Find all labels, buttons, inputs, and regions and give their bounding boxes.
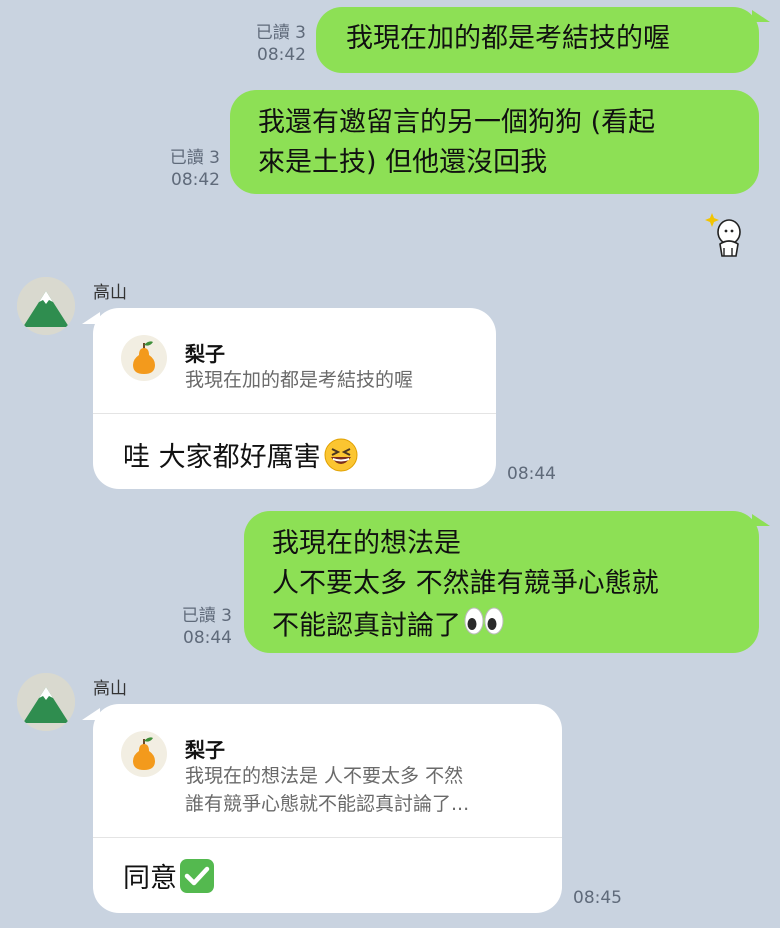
sender-name: 高山 [93,679,127,699]
incoming-message-bubble[interactable]: 梨子 我現在的想法是 人不要太多 不然 誰有競爭心態就不能認真討論了... 同意 [93,704,562,913]
read-receipt: 已讀 3 [181,606,232,626]
incoming-message-bubble[interactable]: 梨子 我現在加的都是考結技的喔 哇 大家都好厲害 [93,308,496,489]
bubble-tail [752,10,770,22]
read-status: 已讀 3 08:44 [152,605,232,649]
timestamp: 08:45 [573,888,622,908]
mountain-avatar-icon[interactable] [17,277,75,335]
message-text-row: 同意 [123,856,215,901]
bunny-sticker-icon[interactable] [702,210,746,258]
pear-icon [121,731,167,777]
eyes-emoji [463,604,505,650]
read-receipt: 已讀 3 [255,23,306,43]
reply-quote-text: 我現在加的都是考結技的喔 [185,369,414,391]
pear-icon [121,335,167,381]
mountain-avatar-icon[interactable] [17,673,75,731]
read-status: 已讀 3 08:42 [226,22,306,66]
outgoing-message-bubble[interactable]: 我現在的想法是 人不要太多 不然誰有競爭心態就 不能認真討論了 [244,511,759,653]
timestamp: 08:44 [183,628,232,648]
reply-sender-name: 梨子 [185,738,225,762]
message-text: 同意 [123,863,177,894]
timestamp: 08:42 [257,45,306,65]
message-text: 我現在加的都是考結技的喔 [346,23,670,54]
message-text-line: 來是土技) 但他還沒回我 [258,147,548,178]
message-text-line: 人不要太多 不然誰有競爭心態就 [272,568,659,599]
reply-divider [93,413,496,414]
bubble-tail [752,514,770,526]
reply-quote-text: 我現在的想法是 人不要太多 不然 誰有競爭心態就不能認真討論了... [185,762,469,818]
timestamp: 08:44 [507,464,556,484]
outgoing-message-bubble[interactable]: 我現在加的都是考結技的喔 [316,7,759,73]
timestamp: 08:42 [171,170,220,190]
reply-sender-name: 梨子 [185,342,225,366]
outgoing-message-bubble[interactable]: 我還有邀留言的另一個狗狗 (看起 來是土技) 但他還沒回我 [230,90,759,194]
check-mark-emoji [179,858,215,901]
message-text: 不能認真討論了 [272,610,461,642]
reply-divider [93,837,562,838]
read-status: 已讀 3 08:42 [140,147,220,191]
message-text-row: 哇 大家都好厲害 [123,435,359,480]
reply-quote-line: 誰有競爭心態就不能認真討論了... [185,793,470,815]
reply-quote-line: 我現在的想法是 人不要太多 不然 [185,765,464,787]
message-text-line: 不能認真討論了 [272,604,759,650]
message-text-line: 我現在的想法是 [272,528,461,559]
read-receipt: 已讀 3 [169,148,220,168]
message-text: 哇 大家都好厲害 [123,442,321,473]
sender-name: 高山 [93,283,127,303]
laughing-face-emoji [323,437,359,480]
message-text-line: 我還有邀留言的另一個狗狗 (看起 [258,107,656,138]
